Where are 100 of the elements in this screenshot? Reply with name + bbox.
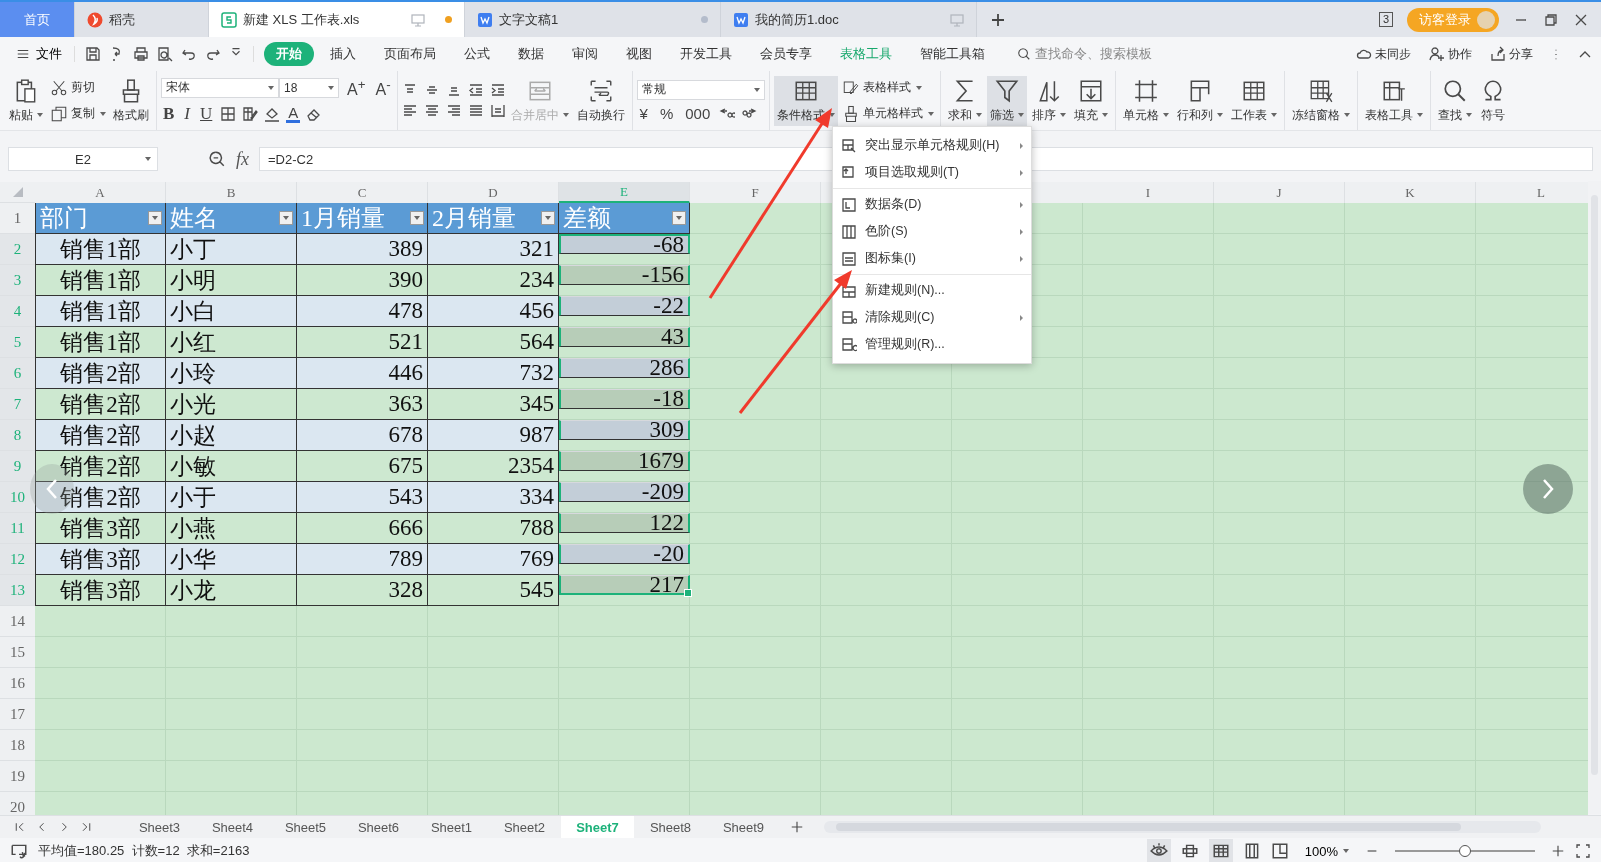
fill-handle[interactable] [684, 589, 692, 597]
ribbon-tab[interactable]: 视图 [614, 42, 664, 66]
row-header[interactable]: 19 [0, 761, 35, 792]
align-left-icon[interactable] [401, 103, 418, 119]
row-header[interactable]: 1 [0, 203, 35, 234]
ribbon-button[interactable]: 冻结窗格 [1288, 75, 1353, 126]
save-icon[interactable] [85, 46, 101, 62]
sheet-tab[interactable]: Sheet9 [707, 816, 780, 838]
menu-item[interactable]: 图标集(I) [833, 245, 1031, 272]
row-header[interactable]: 15 [0, 637, 35, 668]
fullscreen-icon[interactable] [1575, 843, 1591, 859]
filter-button[interactable] [279, 211, 293, 225]
sheet-tab[interactable]: Sheet1 [415, 816, 488, 838]
ribbon-button[interactable]: 求和 [944, 75, 985, 126]
filter-button[interactable] [148, 211, 162, 225]
ribbon-button[interactable]: 表格工具 [1361, 75, 1426, 126]
zoom-level[interactable]: 100% [1298, 842, 1355, 860]
zoom-thumb[interactable] [1459, 845, 1471, 857]
sheet-tab[interactable]: Sheet3 [123, 816, 196, 838]
justify-icon[interactable] [467, 103, 484, 119]
restore-icon[interactable] [1543, 11, 1559, 28]
sheet-tab[interactable]: Sheet6 [342, 816, 415, 838]
font-size-button[interactable]: A$^{-}$ [373, 76, 393, 100]
menu-item[interactable]: 色阶(S) [833, 218, 1031, 245]
rule-icon[interactable] [841, 309, 857, 326]
cell-format-icon[interactable] [242, 106, 259, 123]
zoom-icon[interactable] [208, 150, 226, 168]
indent-increase-icon[interactable] [489, 82, 506, 98]
menu-item[interactable]: 数据条(D) [833, 191, 1031, 218]
sheet-tab[interactable]: Sheet2 [488, 816, 561, 838]
ribbon-button[interactable]: 填充 [1070, 75, 1111, 126]
sheet-tab[interactable]: Sheet5 [269, 816, 342, 838]
distribute-icon[interactable] [489, 103, 506, 119]
align-right-icon[interactable] [445, 103, 462, 119]
menu-item[interactable]: 管理规则(R)... [833, 331, 1031, 358]
crosshair-icon[interactable] [1180, 842, 1199, 860]
font-size-button[interactable]: A$^{+}$ [345, 76, 368, 100]
ribbon-button[interactable]: 表格样式 [839, 77, 936, 98]
ribbon-tab[interactable]: 智能工具箱 [908, 42, 997, 66]
page-break-icon[interactable] [1270, 842, 1289, 860]
ribbon-button[interactable]: 工作表 [1227, 75, 1280, 126]
menu-icon[interactable] [16, 47, 30, 61]
rule-icon[interactable] [841, 223, 857, 240]
ribbon-button[interactable]: 自动换行 [573, 75, 628, 126]
first-sheet-icon[interactable] [14, 821, 26, 833]
horizontal-scrollbar[interactable] [824, 821, 1541, 833]
ribbon-button[interactable]: 排序 [1028, 75, 1069, 126]
ribbon-button[interactable]: 复制 [48, 103, 108, 124]
toolbar-action[interactable]: 分享 [1488, 44, 1535, 64]
window-count[interactable]: 3 [1378, 12, 1393, 27]
ribbon-button[interactable]: 粘贴 [6, 75, 46, 126]
font-size-select[interactable]: 18 [279, 78, 339, 98]
menu-item[interactable]: 项目选取规则(T) [833, 159, 1031, 186]
function-button[interactable]: fx [236, 148, 249, 170]
font-color-button[interactable]: A [286, 105, 301, 124]
toolbar-action[interactable]: 未同步 [1354, 44, 1413, 64]
number-format-button[interactable]: ¥ [636, 104, 651, 122]
new-tab-icon[interactable] [991, 12, 1005, 27]
ribbon-button[interactable]: 剪切 [48, 77, 108, 98]
ribbon-button[interactable]: 行和列 [1173, 75, 1226, 126]
column-header[interactable]: J [1214, 182, 1345, 203]
sheet-tab[interactable]: Sheet4 [196, 816, 269, 838]
name-box[interactable]: E2 [8, 147, 158, 171]
ribbon-button[interactable]: 单元格 [1119, 75, 1172, 126]
ribbon-tab[interactable]: 会员专享 [748, 42, 824, 66]
border-icon[interactable] [220, 106, 237, 123]
filter-button[interactable] [672, 211, 686, 225]
ribbon-button[interactable]: 查找 [1434, 75, 1475, 126]
ribbon-button[interactable]: 格式刷 [110, 75, 152, 126]
filter-button[interactable] [410, 211, 424, 225]
style-button[interactable]: B [161, 104, 177, 125]
ribbon-tab[interactable]: 插入 [318, 42, 368, 66]
style-button[interactable]: I [182, 104, 192, 125]
ribbon-tab[interactable]: 开发工具 [668, 42, 744, 66]
row-header[interactable]: 18 [0, 730, 35, 761]
row-header[interactable]: 16 [0, 668, 35, 699]
last-sheet-icon[interactable] [80, 821, 92, 833]
row-header[interactable]: 20 [0, 792, 35, 815]
font-select[interactable]: 宋体 [161, 78, 279, 98]
rule-icon[interactable] [841, 196, 857, 213]
person-add-icon[interactable] [1429, 46, 1445, 62]
search-icon[interactable] [1017, 47, 1031, 61]
row-header[interactable]: 17 [0, 699, 35, 730]
ribbon-tab[interactable]: 公式 [452, 42, 502, 66]
row-header[interactable]: 14 [0, 606, 35, 637]
fill-color-icon[interactable] [264, 106, 281, 123]
number-format-button[interactable]: % [656, 104, 677, 122]
rule-icon[interactable] [841, 164, 857, 181]
sheet-tab[interactable]: Sheet8 [634, 816, 707, 838]
filter-button[interactable] [541, 211, 555, 225]
print-icon[interactable] [133, 46, 149, 62]
column-header[interactable]: F [690, 182, 821, 203]
align-center-icon[interactable] [423, 103, 440, 119]
ribbon-button[interactable]: 筛选 [986, 75, 1027, 126]
macro-icon[interactable] [10, 842, 28, 860]
ribbon-tab[interactable]: 页面布局 [372, 42, 448, 66]
number-format-button[interactable]: 000 [682, 104, 714, 122]
preview-icon[interactable] [157, 46, 173, 62]
menu-item[interactable]: 清除规则(C) [833, 304, 1031, 331]
column-header[interactable]: K [1345, 182, 1476, 203]
